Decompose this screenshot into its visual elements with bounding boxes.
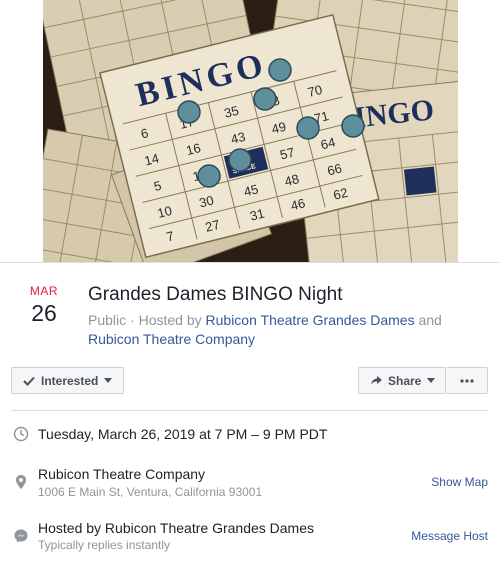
interested-label: Interested	[41, 373, 99, 388]
and-connector: and	[418, 312, 442, 328]
section-divider	[11, 410, 488, 411]
messenger-icon	[14, 529, 28, 543]
event-host-line: Public · Hosted by Rubicon Theatre Grand…	[88, 311, 488, 349]
bingo-cards-illustration: BINGO GO BINGO 61735587	[43, 0, 458, 262]
share-arrow-icon	[371, 376, 382, 385]
chevron-down-icon	[427, 378, 436, 383]
event-cover-image[interactable]: BINGO GO BINGO 61735587	[43, 0, 458, 262]
event-cover: BINGO GO BINGO 61735587	[0, 0, 500, 263]
map-pin-icon	[16, 475, 26, 489]
event-datetime[interactable]: Tuesday, March 26, 2019 at 7 PM – 9 PM P…	[38, 425, 327, 443]
venue-name[interactable]: Rubicon Theatre Company	[38, 465, 205, 483]
event-title: Grandes Dames BINGO Night	[88, 284, 343, 305]
interested-button[interactable]: Interested	[11, 367, 124, 394]
event-month: MAR	[29, 284, 59, 298]
checkmark-icon	[23, 376, 35, 386]
more-options-button[interactable]	[446, 367, 488, 394]
share-label: Share	[388, 373, 422, 388]
share-button[interactable]: Share	[358, 367, 446, 394]
hosted-by-prefix: · Hosted by	[130, 312, 202, 328]
host-link-grandes-dames[interactable]: Rubicon Theatre Grandes Dames	[206, 312, 415, 328]
event-day: 26	[31, 300, 57, 326]
event-date-badge: MAR 26	[22, 284, 66, 328]
host-link-rubicon-theatre[interactable]: Rubicon Theatre Company	[88, 331, 255, 347]
chevron-down-icon	[104, 378, 113, 383]
event-visibility: Public	[88, 312, 127, 328]
venue-address: 1006 E Main St, Ventura, California 9300…	[38, 485, 263, 499]
hosted-by-detail: Hosted by Rubicon Theatre Grandes Dames	[38, 520, 314, 536]
clock-icon	[13, 426, 29, 442]
message-host-link[interactable]: Message Host	[411, 529, 488, 543]
reply-time-note: Typically replies instantly	[38, 538, 171, 552]
show-map-link[interactable]: Show Map	[431, 475, 488, 489]
ellipsis-icon	[459, 378, 474, 383]
